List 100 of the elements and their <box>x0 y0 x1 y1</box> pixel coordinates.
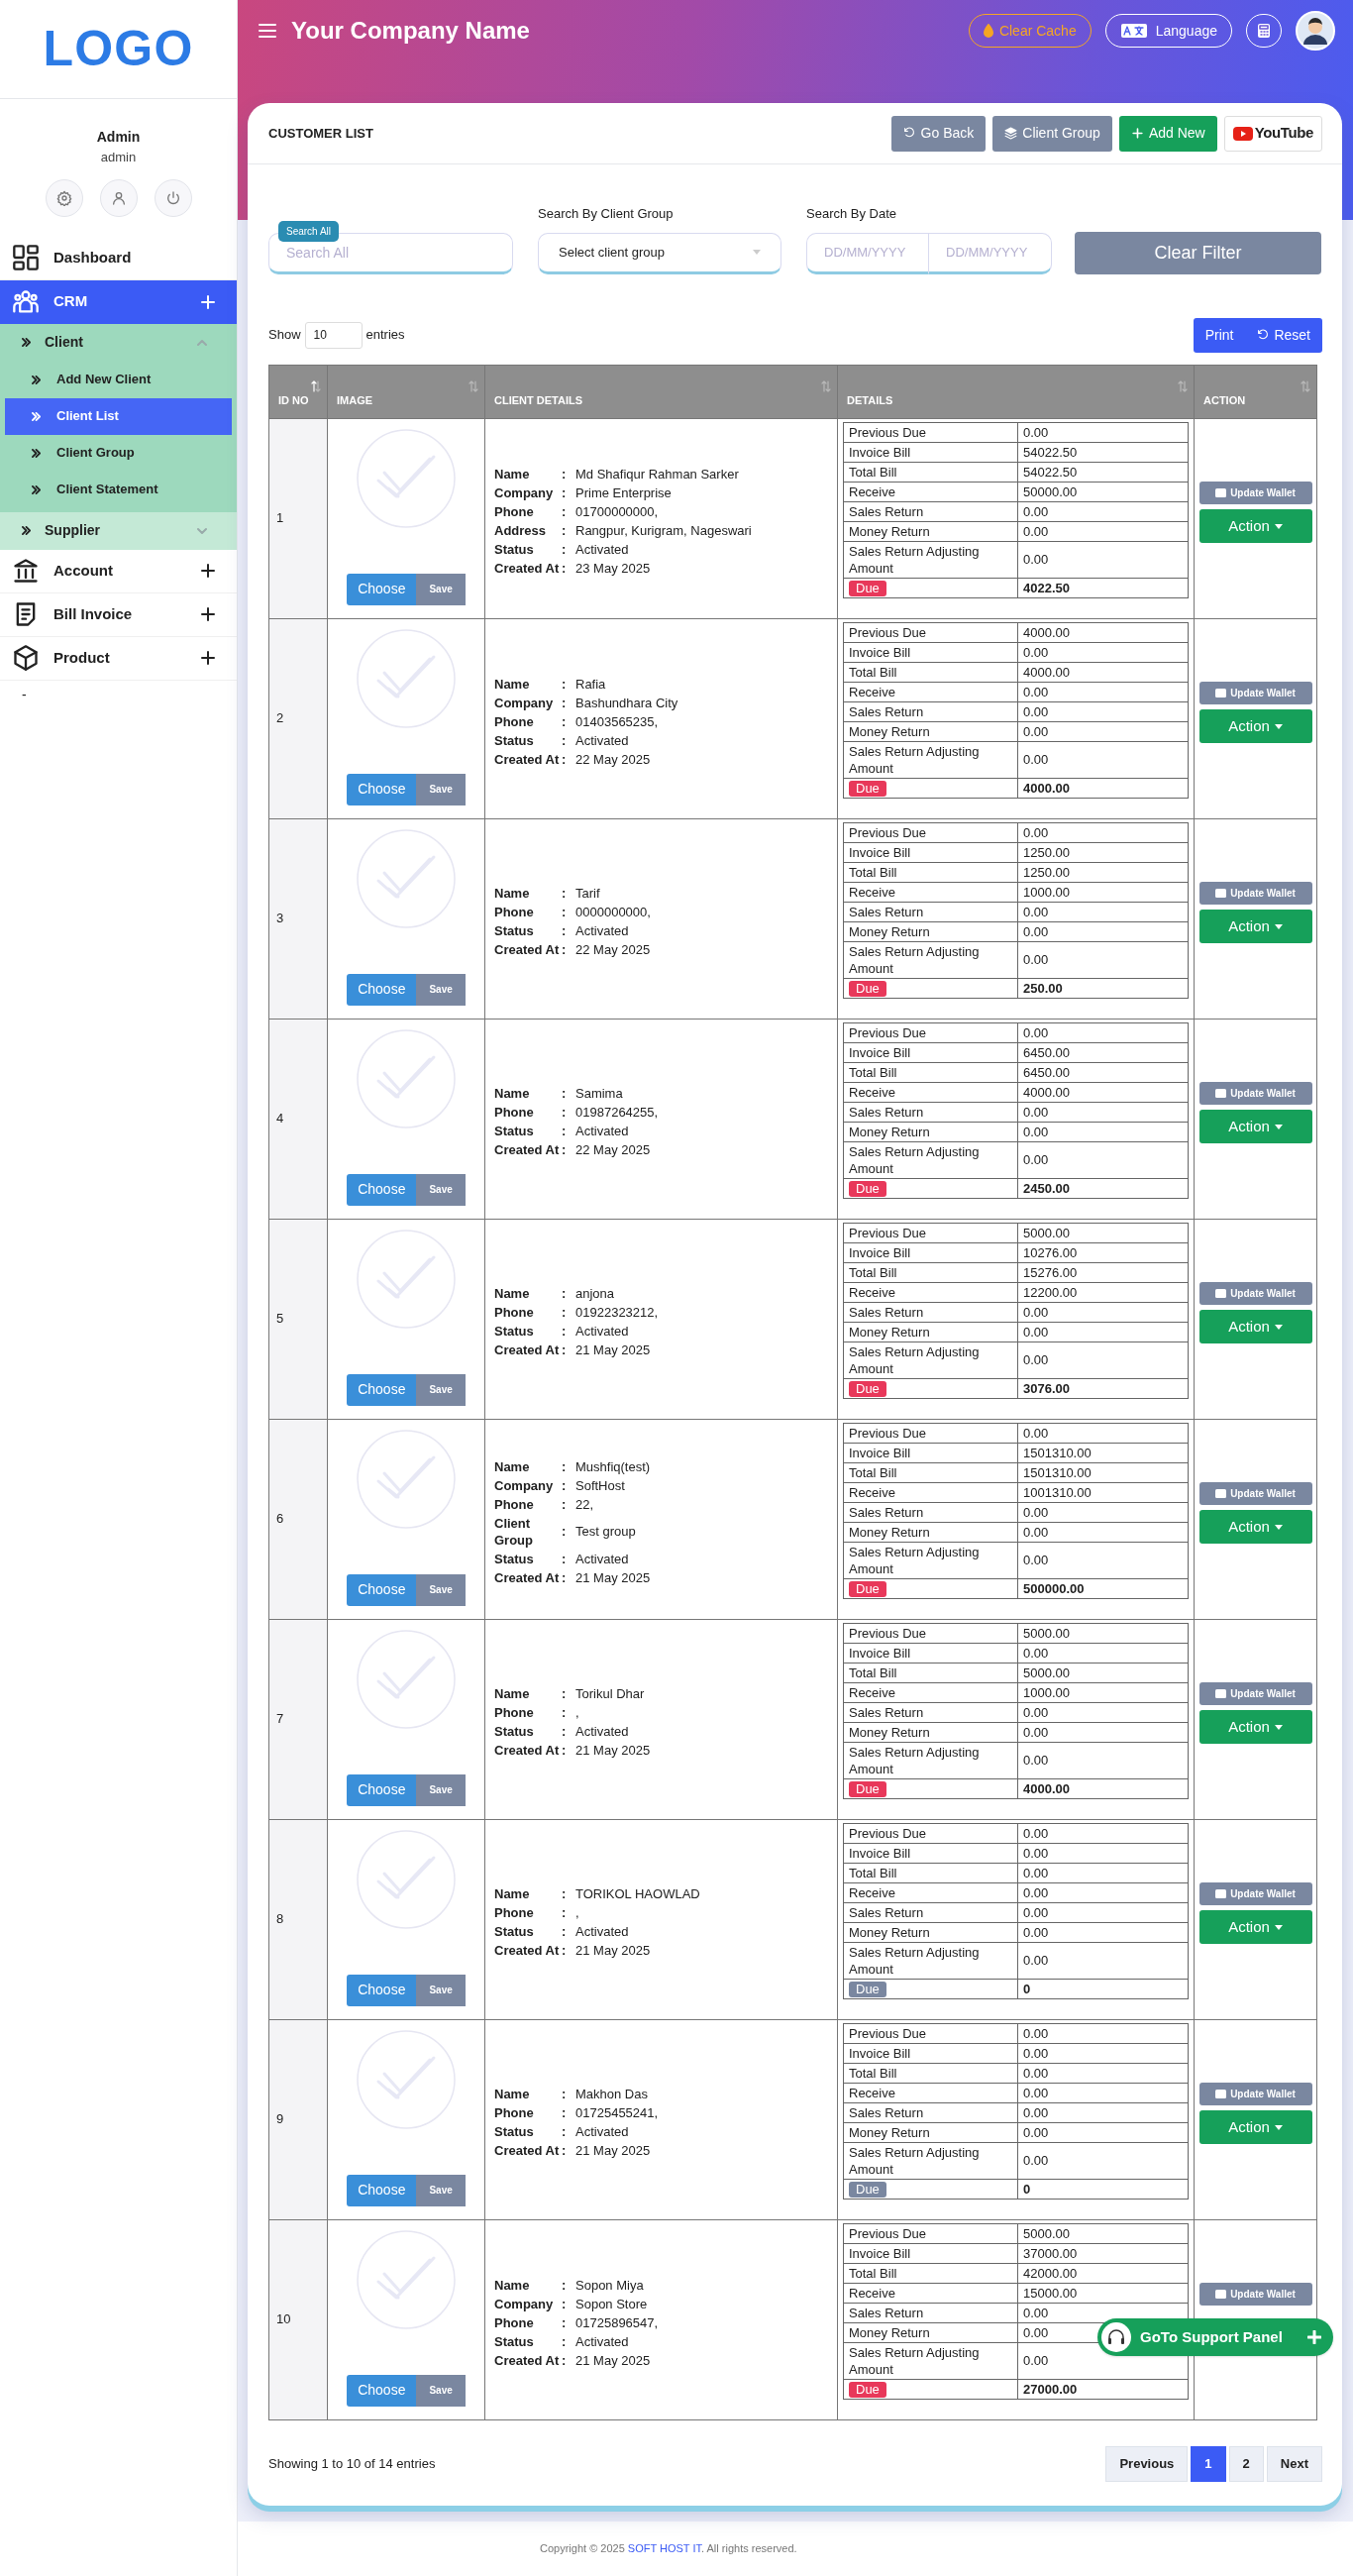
image-placeholder-icon <box>357 2229 456 2329</box>
power-button[interactable] <box>154 178 192 217</box>
menu-item[interactable]: Product <box>0 636 237 681</box>
action-dropdown-button[interactable]: Action <box>1198 1910 1312 1944</box>
save-button[interactable]: Save <box>416 773 466 805</box>
page-button[interactable]: 1 <box>1191 2445 1226 2482</box>
date-from-field[interactable]: DD/MM/YYYY <box>806 232 929 274</box>
column-header[interactable]: DETAILS <box>837 365 1195 418</box>
update-wallet-button[interactable]: Update Wallet <box>1198 1082 1312 1105</box>
save-button[interactable]: Save <box>416 1373 466 1406</box>
update-wallet-button[interactable]: Update Wallet <box>1198 1682 1312 1705</box>
action-dropdown-button[interactable]: Action <box>1198 1110 1312 1143</box>
plus-icon <box>201 651 215 665</box>
field-value: anjona <box>575 1285 616 1302</box>
save-button[interactable]: Save <box>416 1573 466 1606</box>
due-badge: Due <box>849 980 886 997</box>
action-dropdown-button[interactable]: Action <box>1198 910 1312 943</box>
choose-button[interactable]: Choose <box>347 1773 417 1806</box>
update-wallet-button[interactable]: Update Wallet <box>1198 2083 1312 2105</box>
choose-button[interactable]: Choose <box>347 2174 417 2206</box>
settings-button[interactable] <box>45 178 83 217</box>
company-link[interactable]: SOFT HOST IT <box>627 2542 701 2554</box>
choose-button[interactable]: Choose <box>347 1974 417 2006</box>
save-button[interactable]: Save <box>416 1773 466 1806</box>
dashboard-icon <box>12 244 40 271</box>
update-wallet-button[interactable]: Update Wallet <box>1198 1882 1312 1905</box>
print-button[interactable]: Print <box>1193 317 1246 353</box>
choose-button[interactable]: Choose <box>347 1573 417 1606</box>
update-wallet-button[interactable]: Update Wallet <box>1198 682 1312 704</box>
table-cell: Sales Return <box>843 2303 1018 2322</box>
action-dropdown-button[interactable]: Action <box>1198 1310 1312 1343</box>
submenu-item[interactable]: Supplier <box>0 511 237 550</box>
youtube-button[interactable]: YouTube <box>1223 115 1322 152</box>
field-label: Created At <box>494 1342 561 1358</box>
save-button[interactable]: Save <box>416 1173 466 1206</box>
submenu-link[interactable]: Client List <box>5 397 232 435</box>
update-wallet-button[interactable]: Update Wallet <box>1198 882 1312 905</box>
action-dropdown-button[interactable]: Action <box>1198 509 1312 543</box>
submenu-link[interactable]: Client Group <box>5 434 232 472</box>
update-wallet-button[interactable]: Update Wallet <box>1198 2283 1312 2306</box>
separator: : <box>562 541 568 558</box>
table-cell: Previous Due <box>843 2023 1018 2043</box>
action-dropdown-button[interactable]: Action <box>1198 709 1312 743</box>
save-button[interactable]: Save <box>416 573 466 605</box>
menu-item[interactable]: Account <box>0 549 237 593</box>
logo: LOGO <box>43 20 194 78</box>
table-cell: Money Return <box>843 1122 1018 1141</box>
column-header[interactable]: CLIENT DETAILS <box>484 365 838 418</box>
save-button[interactable]: Save <box>416 1974 466 2006</box>
avatar-icon[interactable] <box>1296 11 1335 51</box>
page-button[interactable]: 2 <box>1228 2445 1264 2482</box>
clear-filter-button[interactable]: Clear Filter <box>1075 231 1321 274</box>
table-cell: 0.00 <box>1017 1542 1189 1578</box>
support-panel-button[interactable]: GoTo Support Panel <box>1097 2318 1333 2356</box>
page-button[interactable]: Next <box>1266 2445 1322 2482</box>
choose-button[interactable]: Choose <box>347 2374 417 2407</box>
wallet-icon <box>1215 1289 1227 1298</box>
choose-button[interactable]: Choose <box>347 973 417 1006</box>
add-new-button[interactable]: Add New <box>1118 115 1217 152</box>
go-back-button[interactable]: Go Back <box>890 115 987 152</box>
field-label: Created At <box>494 1141 561 1158</box>
table-cell: 5000.00 <box>1017 1663 1189 1682</box>
update-wallet-button[interactable]: Update Wallet <box>1198 1282 1312 1305</box>
action-dropdown-button[interactable]: Action <box>1198 2110 1312 2144</box>
date-to-field[interactable]: DD/MM/YYYY <box>929 232 1052 274</box>
user-button[interactable] <box>99 178 138 217</box>
save-button[interactable]: Save <box>416 2374 466 2407</box>
field-label: Status <box>494 1550 535 1567</box>
submenu-link[interactable]: Add New Client <box>5 361 232 398</box>
action-dropdown-button[interactable]: Action <box>1198 1510 1312 1544</box>
field-label: Phone <box>494 1495 535 1513</box>
column-header[interactable]: ID NO <box>268 365 328 418</box>
column-header[interactable]: IMAGE <box>327 365 485 418</box>
client-group-select[interactable]: Select client group <box>538 232 781 274</box>
separator: : <box>562 750 568 768</box>
field-label: Company <box>494 484 555 501</box>
choose-button[interactable]: Choose <box>347 1373 417 1406</box>
menu-item[interactable]: Bill Invoice <box>0 592 237 637</box>
choose-button[interactable]: Choose <box>347 1173 417 1206</box>
entries-field[interactable]: 10 <box>304 321 363 349</box>
choose-button[interactable]: Choose <box>347 773 417 805</box>
submenu-link[interactable]: Client Statement <box>5 471 232 508</box>
submenu-item[interactable]: Client <box>0 323 237 362</box>
save-button[interactable]: Save <box>416 2174 466 2206</box>
choose-button[interactable]: Choose <box>347 573 417 605</box>
table-cell: Money Return <box>843 2322 1018 2342</box>
page-button[interactable]: Previous <box>1105 2445 1189 2482</box>
update-wallet-button[interactable]: Update Wallet <box>1198 1482 1312 1505</box>
menu-item[interactable]: Dashboard <box>0 236 237 280</box>
client-group-button[interactable]: Client Group <box>992 115 1112 152</box>
update-wallet-button[interactable]: Update Wallet <box>1198 482 1312 504</box>
reset-button[interactable]: Reset <box>1245 317 1322 353</box>
save-button[interactable]: Save <box>416 973 466 1006</box>
column-header[interactable]: ACTION <box>1194 365 1317 418</box>
field-label: Status <box>494 2332 535 2350</box>
table-cell: 6 <box>268 1419 328 1619</box>
table-cell: 1001310.00 <box>1017 1482 1189 1502</box>
menu-item[interactable]: CRM <box>0 279 237 324</box>
menu-icon[interactable] <box>258 22 277 40</box>
action-dropdown-button[interactable]: Action <box>1198 1710 1312 1744</box>
